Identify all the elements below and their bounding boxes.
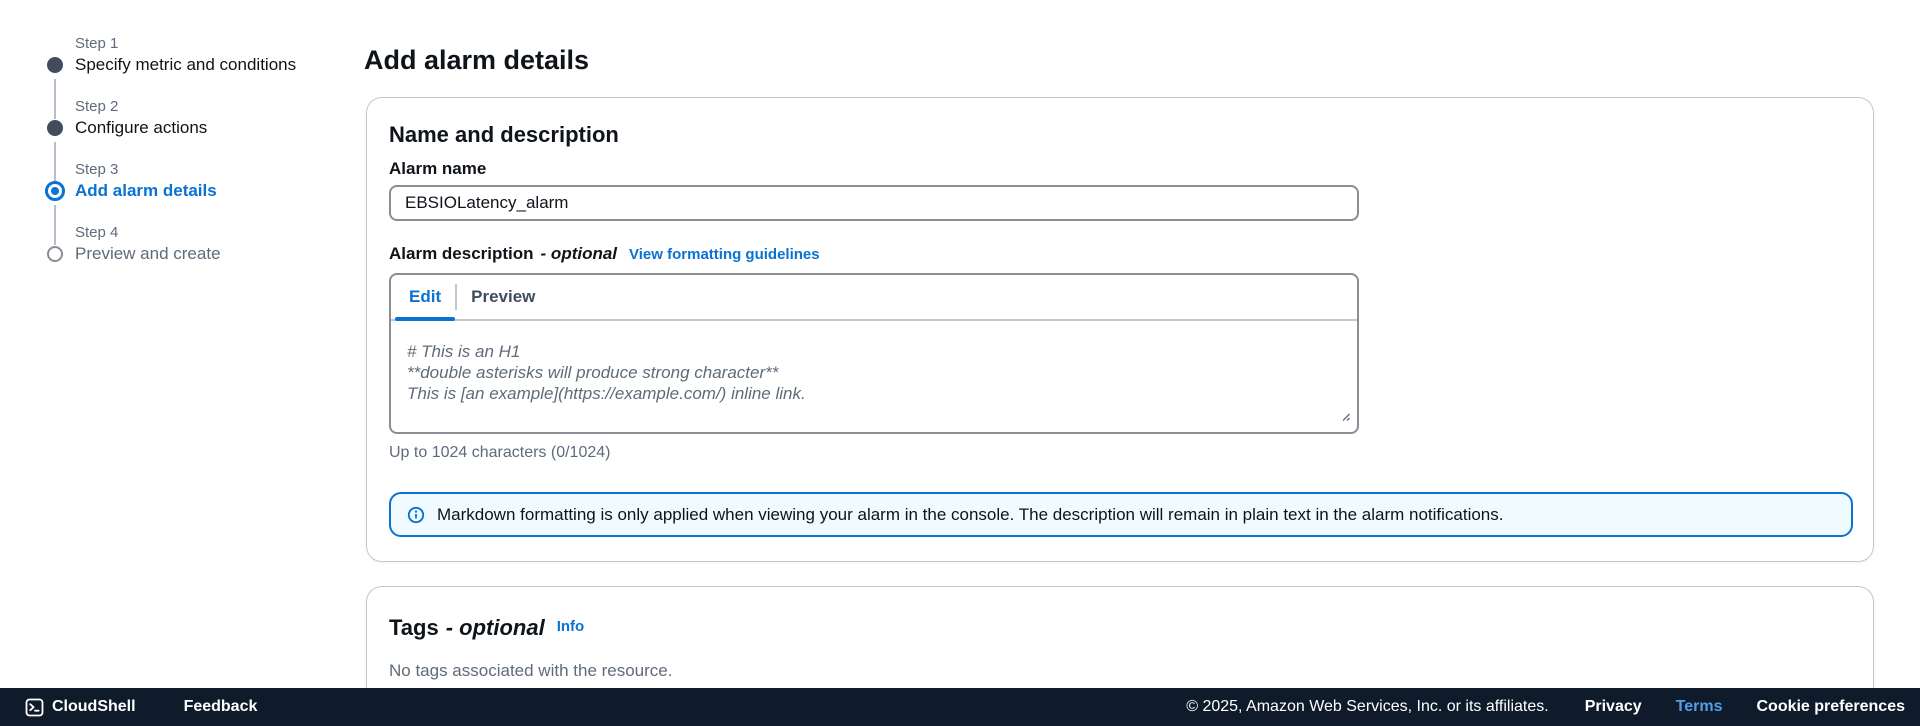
cloudshell-button[interactable]: CloudShell <box>25 698 136 717</box>
tags-empty-text: No tags associated with the resource. <box>389 661 673 680</box>
terms-link[interactable]: Terms <box>1676 698 1723 716</box>
step-item-2: Step 2 Configure actions <box>40 98 340 182</box>
feedback-button[interactable]: Feedback <box>184 698 258 716</box>
step-item-4: Step 4 Preview and create <box>40 224 340 287</box>
cloudshell-terminal-icon <box>25 698 44 717</box>
alarm-description-label-row: Alarm description - optional View formatt… <box>389 244 1851 264</box>
tags-heading: Tags - optional <box>389 615 545 640</box>
optional-suffix: - optional <box>540 244 618 263</box>
banner-text: Markdown formatting is only applied when… <box>437 504 1504 524</box>
page: Step 1 Specify metric and conditions Ste… <box>0 0 1920 726</box>
markdown-info-banner: Markdown formatting is only applied when… <box>389 492 1853 537</box>
step-link-preview-create: Preview and create <box>75 244 221 263</box>
name-description-heading: Name and description <box>389 122 619 147</box>
step-number: Step 1 <box>75 35 119 52</box>
info-icon <box>407 506 425 524</box>
step-completed-icon <box>47 57 63 73</box>
page-title: Add alarm details <box>364 45 590 75</box>
cookie-preferences-link[interactable]: Cookie preferences <box>1756 698 1905 716</box>
step-item-3: Step 3 Add alarm details <box>40 161 340 245</box>
step-future-icon <box>47 246 63 262</box>
privacy-link[interactable]: Privacy <box>1585 698 1642 716</box>
step-completed-icon <box>47 120 63 136</box>
alarm-name-label: Alarm name <box>389 159 487 178</box>
wizard-step-nav: Step 1 Specify metric and conditions Ste… <box>40 35 340 287</box>
footer-legal: © 2025, Amazon Web Services, Inc. or its… <box>1186 698 1905 716</box>
main-content: Add alarm details Name and description A… <box>364 44 1874 726</box>
step-link-specify-metric[interactable]: Specify metric and conditions <box>75 55 340 75</box>
character-counter: Up to 1024 characters (0/1024) <box>389 444 611 461</box>
step-item-1: Step 1 Specify metric and conditions <box>40 35 340 119</box>
resize-handle-icon[interactable] <box>1339 409 1351 427</box>
alarm-description-textarea[interactable] <box>391 321 1357 432</box>
copyright-text: © 2025, Amazon Web Services, Inc. or its… <box>1186 698 1549 715</box>
step-number: Step 3 <box>75 161 119 178</box>
console-footer: CloudShell Feedback © 2025, Amazon Web S… <box>0 688 1920 726</box>
editor-tabstrip: Edit Preview <box>391 275 1357 321</box>
alarm-description-label: Alarm description - optional <box>389 244 618 263</box>
step-number: Step 4 <box>75 224 119 241</box>
step-link-add-alarm-details[interactable]: Add alarm details <box>75 181 340 201</box>
alarm-name-input[interactable] <box>389 185 1359 221</box>
step-link-configure-actions[interactable]: Configure actions <box>75 118 340 138</box>
tab-preview[interactable]: Preview <box>457 275 549 319</box>
tags-info-link[interactable]: Info <box>557 618 585 635</box>
step-number: Step 2 <box>75 98 119 115</box>
view-formatting-guidelines-link[interactable]: View formatting guidelines <box>629 246 820 263</box>
optional-suffix: - optional <box>445 615 545 640</box>
tags-heading-row: Tags - optional Info <box>389 615 1851 641</box>
step-active-icon <box>45 181 65 201</box>
editor-body <box>391 321 1357 432</box>
tab-edit[interactable]: Edit <box>395 275 456 321</box>
name-description-card: Name and description Alarm name Alarm de… <box>366 97 1874 562</box>
description-editor: Edit Preview <box>389 273 1359 434</box>
